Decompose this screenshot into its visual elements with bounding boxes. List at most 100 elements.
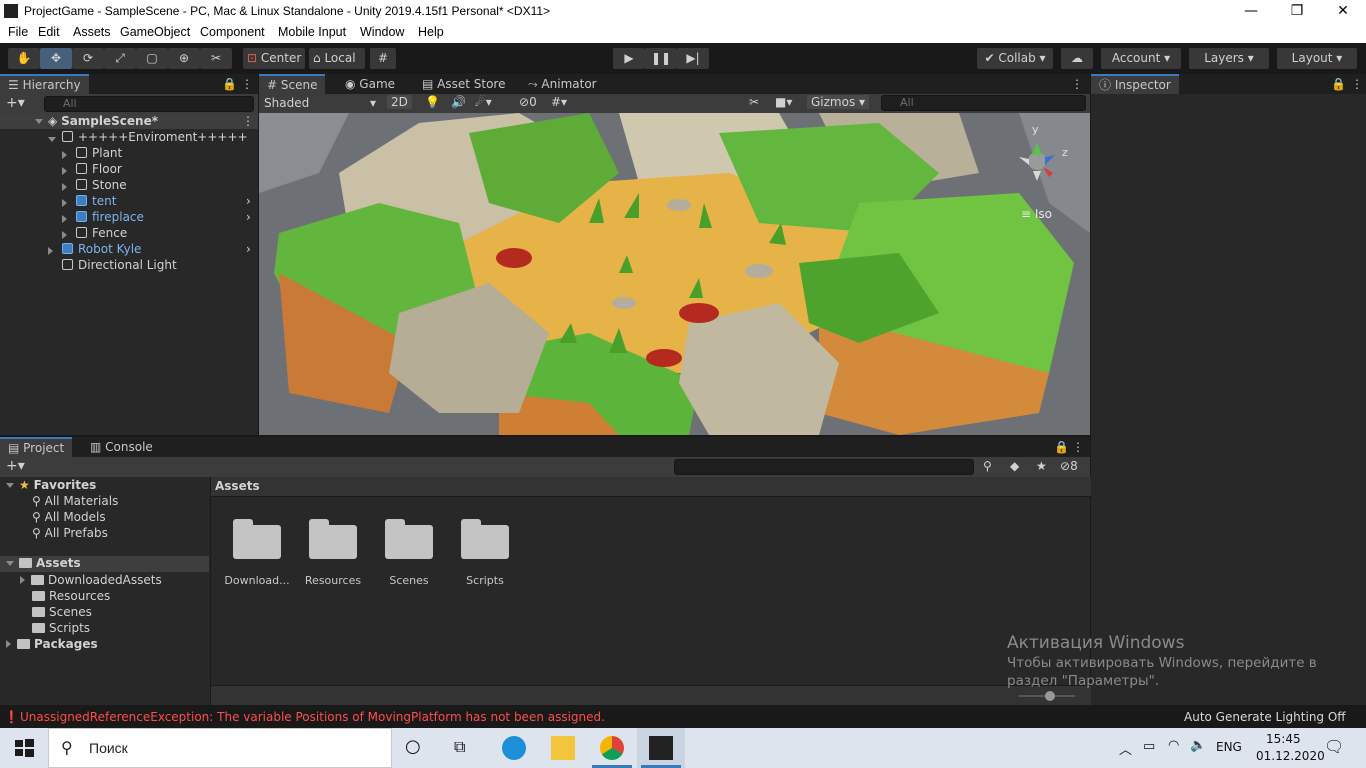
hierarchy-item[interactable]: Plant (0, 146, 258, 162)
draw-mode-dropdown[interactable]: Shaded ▾ (264, 96, 379, 110)
inspector-more-icon[interactable]: ⋮ (1351, 77, 1363, 91)
clock-time[interactable]: 15:45 (1266, 732, 1301, 746)
scene-more-icon[interactable]: ⋮ (1071, 77, 1083, 91)
scene-viewport[interactable]: y z ≡ Iso (259, 113, 1090, 435)
notifications-icon[interactable]: 🗨 (1324, 737, 1344, 756)
space-toggle[interactable]: ⌂ Local (309, 48, 365, 69)
menu-edit[interactable]: Edit (38, 25, 60, 39)
taskbar-search-box[interactable]: ⚲ Поиск (48, 728, 392, 768)
menu-assets[interactable]: Assets (73, 25, 111, 39)
scale-tool-button[interactable]: ⤢ (104, 48, 136, 69)
account-dropdown[interactable]: Account ▾ (1101, 48, 1181, 69)
chrome-icon[interactable] (600, 736, 624, 760)
grid-snap-button[interactable]: # (370, 48, 396, 69)
folder-scenes[interactable]: Scenes (32, 605, 92, 619)
windows-start-icon[interactable] (12, 736, 36, 760)
camera-icon[interactable]: ■▾ (775, 95, 792, 109)
cortana-icon[interactable]: ○ (405, 736, 421, 757)
folder-scripts[interactable]: Scripts (32, 621, 90, 635)
expand-arrow-right-icon[interactable] (62, 196, 73, 210)
filter-type-icon[interactable]: ⚲ (983, 459, 992, 473)
gizmos-dropdown[interactable]: Gizmos ▾ (807, 95, 870, 109)
tools-icon[interactable]: ✂ (749, 95, 759, 109)
hierarchy-item[interactable]: Robot Kyle › (0, 242, 258, 258)
hierarchy-item[interactable]: Stone (0, 178, 258, 194)
effects-toggle-icon[interactable]: ☄▾ (475, 95, 492, 109)
menu-help[interactable]: Help (418, 25, 444, 39)
battery-icon[interactable]: ▭ (1143, 739, 1155, 754)
close-button[interactable]: ✕ (1320, 0, 1366, 23)
layout-dropdown[interactable]: Layout ▾ (1277, 48, 1357, 69)
add-object-button[interactable]: +▾ (6, 95, 25, 111)
tab-project[interactable]: ▤ Project (0, 437, 73, 457)
wifi-icon[interactable]: ◠ (1168, 738, 1179, 753)
lock-icon[interactable]: 🔒 (222, 77, 237, 91)
prefab-open-chevron-icon[interactable]: › (246, 194, 251, 208)
packages-row[interactable]: Packages (6, 637, 98, 651)
menu-file[interactable]: File (8, 25, 28, 39)
tab-hierarchy[interactable]: ☰ Hierarchy (0, 74, 89, 94)
menu-window[interactable]: Window (360, 25, 404, 39)
inspector-lock-icon[interactable]: 🔒 (1331, 77, 1346, 91)
project-search-input[interactable] (674, 459, 974, 475)
create-asset-button[interactable]: +▾ (6, 458, 25, 474)
projection-toggle[interactable]: ≡ Iso (1021, 207, 1052, 221)
tab-scene[interactable]: # Scene (259, 74, 326, 94)
grid-folder-downloaded-icon[interactable] (233, 519, 281, 559)
favorite-all-materials[interactable]: ⚲ All Materials (32, 494, 118, 508)
layers-dropdown[interactable]: Layers ▾ (1189, 48, 1269, 69)
expand-arrow-down-icon[interactable] (48, 132, 61, 146)
hierarchy-item[interactable]: Fence (0, 226, 258, 242)
more-icon[interactable]: ⋮ (241, 77, 253, 91)
unity-taskbar-button[interactable] (637, 728, 685, 768)
audio-toggle-icon[interactable]: 🔊 (451, 95, 466, 109)
expand-arrow-right-icon[interactable] (62, 228, 73, 242)
mode-2d-toggle[interactable]: 2D (387, 95, 412, 109)
rect-tool-button[interactable]: ▢ (136, 48, 168, 69)
menu-component[interactable]: Component (200, 25, 265, 39)
folder-resources[interactable]: Resources (32, 589, 110, 603)
scene-menu-icon[interactable]: ⋮ (242, 114, 254, 128)
tab-console[interactable]: ▥ Console (82, 437, 161, 457)
assets-root-row[interactable]: Assets (0, 556, 209, 572)
zoom-slider-thumb[interactable] (1045, 691, 1055, 701)
chevron-up-icon[interactable]: ︿ (1119, 739, 1132, 758)
clock-date[interactable]: 01.12.2020 (1256, 749, 1325, 763)
lighting-toggle-icon[interactable]: 💡 (425, 95, 440, 109)
tab-animator[interactable]: ⤳ Animator (520, 74, 605, 94)
tab-game[interactable]: ◉ Game (337, 74, 403, 94)
prefab-open-chevron-icon[interactable]: › (246, 242, 251, 256)
favorite-all-prefabs[interactable]: ⚲ All Prefabs (32, 526, 108, 540)
edge-icon[interactable] (502, 736, 526, 760)
expand-arrow-right-icon[interactable] (62, 164, 73, 178)
hierarchy-search-input[interactable]: All (44, 96, 254, 112)
language-indicator[interactable]: ENG (1216, 740, 1242, 754)
move-tool-button[interactable]: ✥ (40, 48, 72, 69)
project-lock-icon[interactable]: 🔒 (1054, 440, 1069, 454)
folder-downloaded-assets[interactable]: DownloadedAssets (20, 573, 162, 587)
custom-tool-button[interactable]: ✂ (200, 48, 232, 69)
cloud-button[interactable]: ☁ (1061, 48, 1093, 69)
grid-folder-scripts-icon[interactable] (461, 519, 509, 559)
favorite-all-models[interactable]: ⚲ All Models (32, 510, 106, 524)
favorite-star-icon[interactable]: ★ (1036, 459, 1047, 473)
breadcrumb[interactable]: Assets (215, 479, 260, 493)
hierarchy-item[interactable]: fireplace › (0, 210, 258, 226)
hand-tool-button[interactable]: ✋ (8, 48, 40, 69)
hidden-packages-toggle[interactable]: ⊘8 (1060, 459, 1078, 473)
volume-icon[interactable]: 🔈 (1190, 738, 1206, 753)
error-message[interactable]: UnassignedReferenceException: The variab… (20, 710, 605, 724)
collab-dropdown[interactable]: ✔ Collab ▾ (977, 48, 1053, 69)
project-more-icon[interactable]: ⋮ (1072, 440, 1084, 454)
rotate-tool-button[interactable]: ⟳ (72, 48, 104, 69)
scene-row[interactable]: ◈ SampleScene* ⋮ (0, 114, 258, 129)
expand-arrow-right-icon[interactable] (48, 244, 59, 258)
menu-mobile-input[interactable]: Mobile Input (278, 25, 346, 39)
hierarchy-item[interactable]: Directional Light (0, 258, 258, 274)
expand-arrow-right-icon[interactable] (62, 180, 73, 194)
expand-arrow-right-icon[interactable] (62, 148, 73, 162)
step-button[interactable]: ▶| (677, 48, 709, 69)
maximize-button[interactable]: ❐ (1274, 0, 1320, 23)
task-view-icon[interactable]: ⧉ (454, 737, 465, 757)
transform-tool-button[interactable]: ⊕ (168, 48, 200, 69)
